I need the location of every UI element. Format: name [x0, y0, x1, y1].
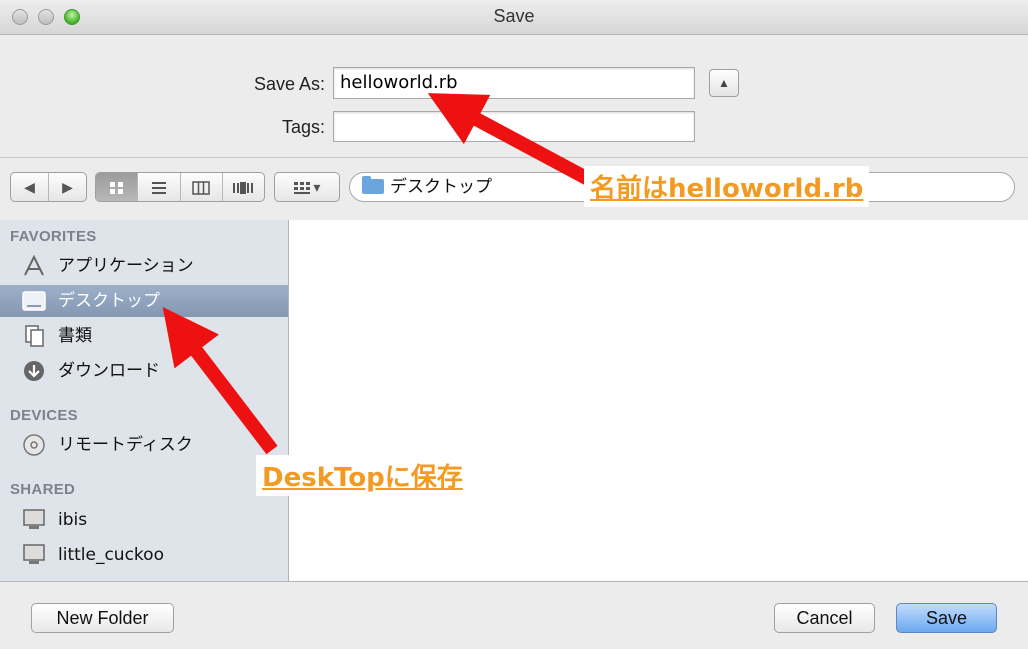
- arrow-to-filename: [427, 93, 594, 187]
- filename-annotation: 名前はhelloworld.rb: [584, 166, 870, 207]
- arrow-to-desktop: [162, 306, 278, 455]
- annotation-arrows: [162, 93, 594, 455]
- desktop-annotation: DeskTopに保存: [256, 455, 469, 496]
